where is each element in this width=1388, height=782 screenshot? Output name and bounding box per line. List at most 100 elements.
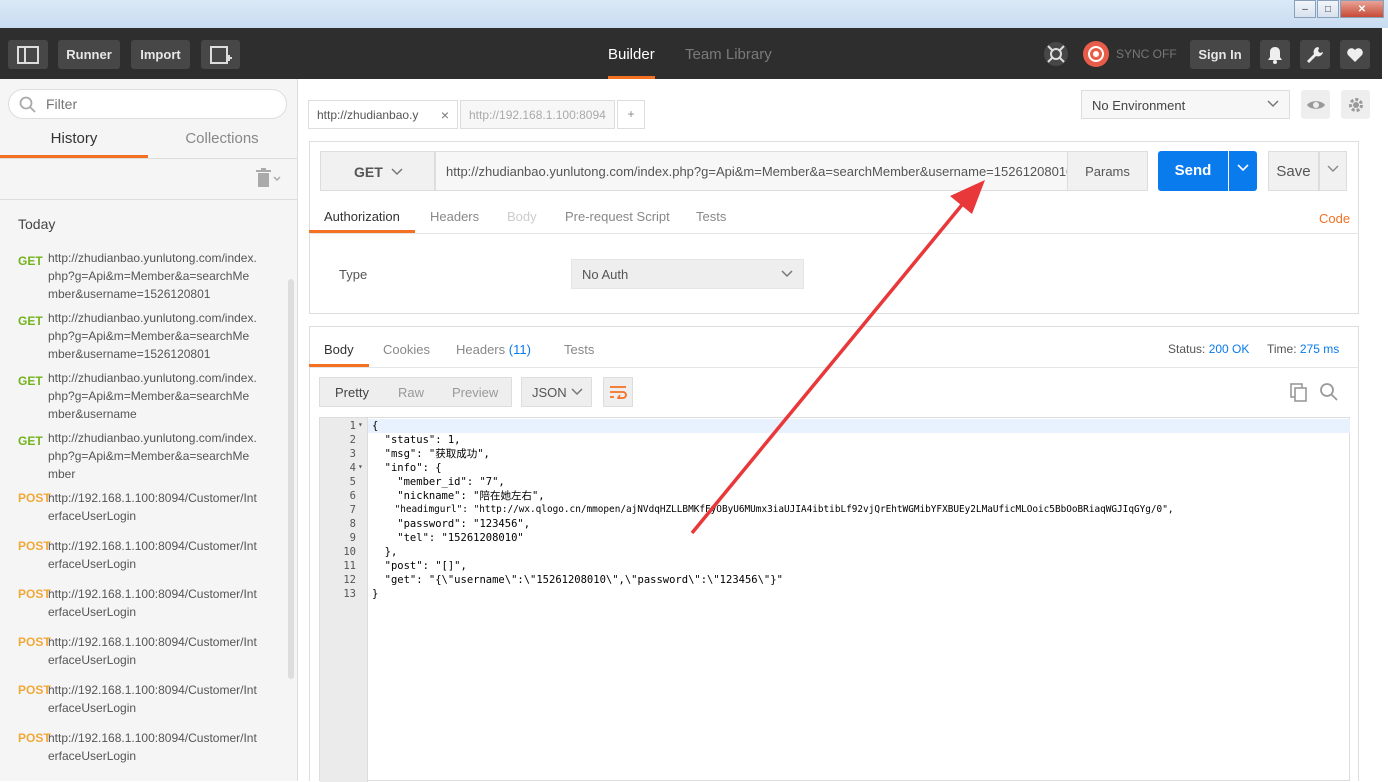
settings-gear-icon[interactable] bbox=[1341, 90, 1370, 119]
method-badge: GET bbox=[18, 314, 43, 328]
response-body-editor[interactable]: 1 2 3 4 5 6 7 8 9 10 11 12 13 ▾ ▾ { "sta… bbox=[319, 417, 1350, 782]
view-mode-toggle: Pretty Raw Preview bbox=[319, 377, 512, 407]
tab-collections[interactable]: Collections bbox=[148, 125, 296, 158]
tab-builder[interactable]: Builder bbox=[608, 28, 655, 79]
tab-history[interactable]: History bbox=[0, 125, 148, 158]
tab-tests[interactable]: Tests bbox=[696, 209, 726, 224]
request-tab[interactable]: http://zhudianbao.y × bbox=[308, 100, 458, 129]
history-item[interactable]: GET http://zhudianbao.yunlutong.com/index… bbox=[18, 249, 288, 303]
close-tab-icon[interactable]: × bbox=[441, 107, 449, 123]
tab-response-body[interactable]: Body bbox=[324, 342, 354, 357]
format-select[interactable]: JSON bbox=[521, 377, 592, 407]
save-button[interactable]: Save bbox=[1268, 151, 1319, 191]
view-pretty[interactable]: Pretty bbox=[335, 385, 369, 400]
auth-type-select[interactable]: No Auth bbox=[571, 259, 804, 289]
fold-icon[interactable]: ▾ bbox=[358, 420, 363, 429]
tab-pre-request-script[interactable]: Pre-request Script bbox=[565, 209, 670, 224]
history-group-today: Today bbox=[18, 216, 56, 232]
fold-icon[interactable]: ▾ bbox=[358, 462, 363, 471]
save-options-button[interactable] bbox=[1319, 151, 1347, 191]
add-tab-button[interactable]: + bbox=[617, 100, 645, 129]
status-label: Status: bbox=[1168, 342, 1206, 356]
history-item[interactable]: POST http://192.168.1.100:8094/Customer/I… bbox=[18, 729, 288, 765]
bell-icon[interactable] bbox=[1260, 40, 1290, 69]
code-link[interactable]: Code bbox=[1319, 211, 1350, 226]
divider bbox=[309, 367, 1359, 368]
view-raw[interactable]: Raw bbox=[398, 385, 424, 400]
code-line: }, bbox=[372, 546, 398, 558]
maximize-icon[interactable]: □ bbox=[1317, 0, 1339, 18]
history-item[interactable]: GET http://zhudianbao.yunlutong.com/index… bbox=[18, 369, 288, 423]
history-item[interactable]: POST http://192.168.1.100:8094/Customer/I… bbox=[18, 537, 288, 573]
wrench-icon[interactable] bbox=[1300, 40, 1330, 69]
history-item[interactable]: POST http://192.168.1.100:8094/Customer/I… bbox=[18, 489, 288, 525]
tab-team-library[interactable]: Team Library bbox=[685, 28, 772, 79]
history-item[interactable]: POST http://192.168.1.100:8094/Customer/I… bbox=[18, 681, 288, 717]
history-url: http://192.168.1.100:8094/Customer/Inter… bbox=[48, 683, 257, 715]
search-icon[interactable] bbox=[1319, 382, 1339, 407]
code-line: "member_id": "7", bbox=[372, 476, 505, 488]
history-item[interactable]: GET http://zhudianbao.yunlutong.com/index… bbox=[18, 429, 288, 483]
tab-cookies[interactable]: Cookies bbox=[383, 342, 430, 357]
sidebar-toggle-icon[interactable] bbox=[8, 40, 48, 69]
eye-icon[interactable] bbox=[1301, 90, 1330, 119]
line-number: 3 bbox=[349, 448, 356, 460]
line-number: 10 bbox=[343, 546, 356, 558]
tab-response-headers[interactable]: Headers (11) bbox=[456, 342, 531, 357]
heart-icon[interactable] bbox=[1340, 40, 1370, 69]
code-line: "msg": "获取成功", bbox=[372, 448, 490, 460]
line-number: 8 bbox=[349, 518, 356, 530]
headers-count: (11) bbox=[508, 342, 531, 357]
chevron-down-icon bbox=[1267, 100, 1279, 108]
import-button[interactable]: Import bbox=[131, 40, 190, 69]
method-badge: POST bbox=[18, 635, 51, 649]
format-value: JSON bbox=[532, 385, 567, 400]
history-item[interactable]: POST http://192.168.1.100:8094/Customer/I… bbox=[18, 633, 288, 669]
sidebar-scrollbar[interactable] bbox=[288, 279, 294, 679]
close-icon[interactable]: ✕ bbox=[1340, 0, 1384, 18]
view-preview[interactable]: Preview bbox=[452, 385, 498, 400]
method-value: GET bbox=[354, 164, 383, 180]
copy-icon[interactable] bbox=[1289, 382, 1309, 407]
environment-select[interactable]: No Environment bbox=[1081, 90, 1290, 119]
method-badge: POST bbox=[18, 683, 51, 697]
request-tab[interactable]: http://192.168.1.100:8094 bbox=[460, 100, 615, 129]
url-input[interactable]: http://zhudianbao.yunlutong.com/index.ph… bbox=[435, 151, 1068, 191]
top-toolbar: Runner Import Builder Team Library SYNC … bbox=[0, 28, 1382, 79]
code-line: "tel": "15261208010" bbox=[372, 532, 524, 544]
send-options-button[interactable] bbox=[1229, 151, 1257, 191]
tab-response-headers-label: Headers bbox=[456, 342, 506, 357]
tab-authorization[interactable]: Authorization bbox=[324, 209, 400, 224]
interceptor-icon[interactable] bbox=[1043, 41, 1069, 67]
send-button[interactable]: Send bbox=[1158, 151, 1228, 191]
chevron-down-icon bbox=[1237, 164, 1249, 172]
params-button[interactable]: Params bbox=[1067, 151, 1148, 191]
wrap-lines-icon[interactable] bbox=[603, 377, 633, 407]
divider bbox=[0, 199, 298, 200]
active-tab-indicator bbox=[309, 364, 369, 367]
tab-headers[interactable]: Headers bbox=[430, 209, 479, 224]
sync-icon[interactable] bbox=[1082, 40, 1110, 68]
filter-field[interactable] bbox=[8, 89, 287, 119]
method-badge: POST bbox=[18, 587, 51, 601]
minimize-icon[interactable]: – bbox=[1294, 0, 1316, 18]
current-line-highlight bbox=[368, 419, 1350, 433]
method-badge: GET bbox=[18, 254, 43, 268]
filter-input[interactable] bbox=[46, 96, 266, 112]
runner-button[interactable]: Runner bbox=[58, 40, 120, 69]
tab-body[interactable]: Body bbox=[507, 209, 537, 224]
history-item[interactable]: GET http://zhudianbao.yunlutong.com/index… bbox=[18, 309, 288, 363]
method-badge: GET bbox=[18, 434, 43, 448]
trash-icon[interactable] bbox=[256, 168, 284, 193]
history-item[interactable]: POST http://192.168.1.100:8094/Customer/I… bbox=[18, 585, 288, 621]
history-url: http://192.168.1.100:8094/Customer/Inter… bbox=[48, 731, 257, 763]
code-line: "get": "{\"username\":\"15261208010\",\"… bbox=[372, 574, 783, 586]
new-window-icon[interactable] bbox=[201, 40, 240, 69]
method-select[interactable]: GET bbox=[320, 151, 435, 191]
code-line: "status": 1, bbox=[372, 434, 461, 446]
time-label: Time: bbox=[1267, 342, 1297, 356]
tab-response-tests[interactable]: Tests bbox=[564, 342, 594, 357]
signin-button[interactable]: Sign In bbox=[1190, 40, 1250, 69]
history-url: http://192.168.1.100:8094/Customer/Inter… bbox=[48, 491, 257, 523]
code-line: } bbox=[372, 588, 379, 600]
